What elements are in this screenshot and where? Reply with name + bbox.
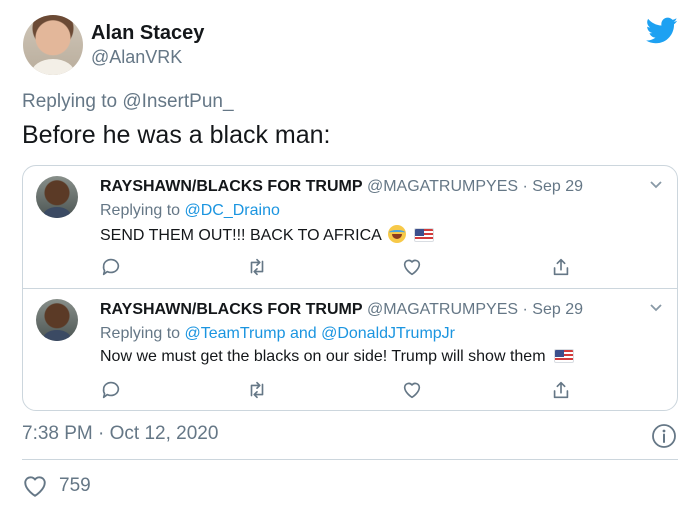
reply-prefix: Replying to — [22, 91, 118, 112]
reply-icon[interactable] — [100, 379, 122, 401]
reply-context: Replying to @InsertPun_ — [22, 91, 234, 113]
embedded-screenshot: RAYSHAWN/BLACKS FOR TRUMP @MAGATRUMPYES … — [22, 165, 678, 411]
us-flag-emoji — [413, 228, 434, 242]
embedded-actions — [100, 256, 660, 278]
share-icon[interactable] — [550, 256, 572, 278]
laughing-emoji — [387, 225, 406, 243]
embedded-tweet[interactable]: RAYSHAWN/BLACKS FOR TRUMP @MAGATRUMPYES … — [23, 166, 677, 288]
embedded-name[interactable]: RAYSHAWN/BLACKS FOR TRUMP — [100, 178, 363, 195]
divider — [22, 459, 678, 460]
embedded-text: SEND THEM OUT!!! BACK TO AFRICA — [100, 225, 434, 245]
tweet-timestamp[interactable]: 7:38 PM · Oct 12, 2020 — [22, 423, 218, 445]
embedded-reply-prefix: Replying to — [100, 325, 181, 342]
embedded-text-body: SEND THEM OUT!!! BACK TO AFRICA — [100, 227, 382, 244]
heart-icon[interactable] — [401, 256, 423, 278]
tweet-card: Alan Stacey @AlanVRK Replying to @Insert… — [0, 0, 700, 514]
embedded-reply-mention[interactable]: @TeamTrump and @DonaldJTrumpJr — [185, 325, 456, 342]
reply-icon[interactable] — [100, 256, 122, 278]
heart-icon[interactable] — [401, 379, 423, 401]
author-name[interactable]: Alan Stacey — [91, 22, 204, 45]
twitter-bird-icon[interactable] — [646, 17, 678, 45]
embedded-meta: @MAGATRUMPYES · Sep 29 — [366, 178, 583, 195]
embedded-reply-mention[interactable]: @DC_Draino — [185, 202, 280, 219]
share-icon[interactable] — [550, 379, 572, 401]
embedded-avatar[interactable] — [36, 299, 78, 341]
embedded-text: Now we must get the blacks on our side! … — [100, 348, 574, 366]
embedded-tweet[interactable]: RAYSHAWN/BLACKS FOR TRUMP @MAGATRUMPYES … — [23, 289, 677, 410]
embedded-header: RAYSHAWN/BLACKS FOR TRUMP @MAGATRUMPYES … — [100, 301, 583, 319]
info-icon[interactable] — [651, 423, 677, 449]
embedded-reply-context: Replying to @TeamTrump and @DonaldJTrump… — [100, 325, 455, 343]
tweet-text: Before he was a black man: — [22, 121, 331, 149]
author-avatar[interactable] — [23, 15, 83, 75]
reply-mention-link[interactable]: @InsertPun_ — [122, 91, 233, 112]
us-flag-emoji — [553, 349, 574, 363]
like-count[interactable]: 759 — [59, 475, 91, 497]
chevron-down-icon[interactable] — [649, 180, 663, 190]
embedded-actions — [100, 379, 660, 401]
embedded-reply-context: Replying to @DC_Draino — [100, 202, 280, 220]
author-handle[interactable]: @AlanVRK — [91, 47, 182, 68]
chevron-down-icon[interactable] — [649, 303, 663, 313]
retweet-icon[interactable] — [246, 256, 268, 278]
embedded-meta: @MAGATRUMPYES · Sep 29 — [366, 301, 583, 318]
embedded-avatar[interactable] — [36, 176, 78, 218]
embedded-header: RAYSHAWN/BLACKS FOR TRUMP @MAGATRUMPYES … — [100, 178, 583, 196]
embedded-text-body: Now we must get the blacks on our side! … — [100, 348, 546, 365]
embedded-reply-prefix: Replying to — [100, 202, 181, 219]
heart-icon[interactable] — [22, 474, 48, 498]
retweet-icon[interactable] — [246, 379, 268, 401]
embedded-name[interactable]: RAYSHAWN/BLACKS FOR TRUMP — [100, 301, 363, 318]
